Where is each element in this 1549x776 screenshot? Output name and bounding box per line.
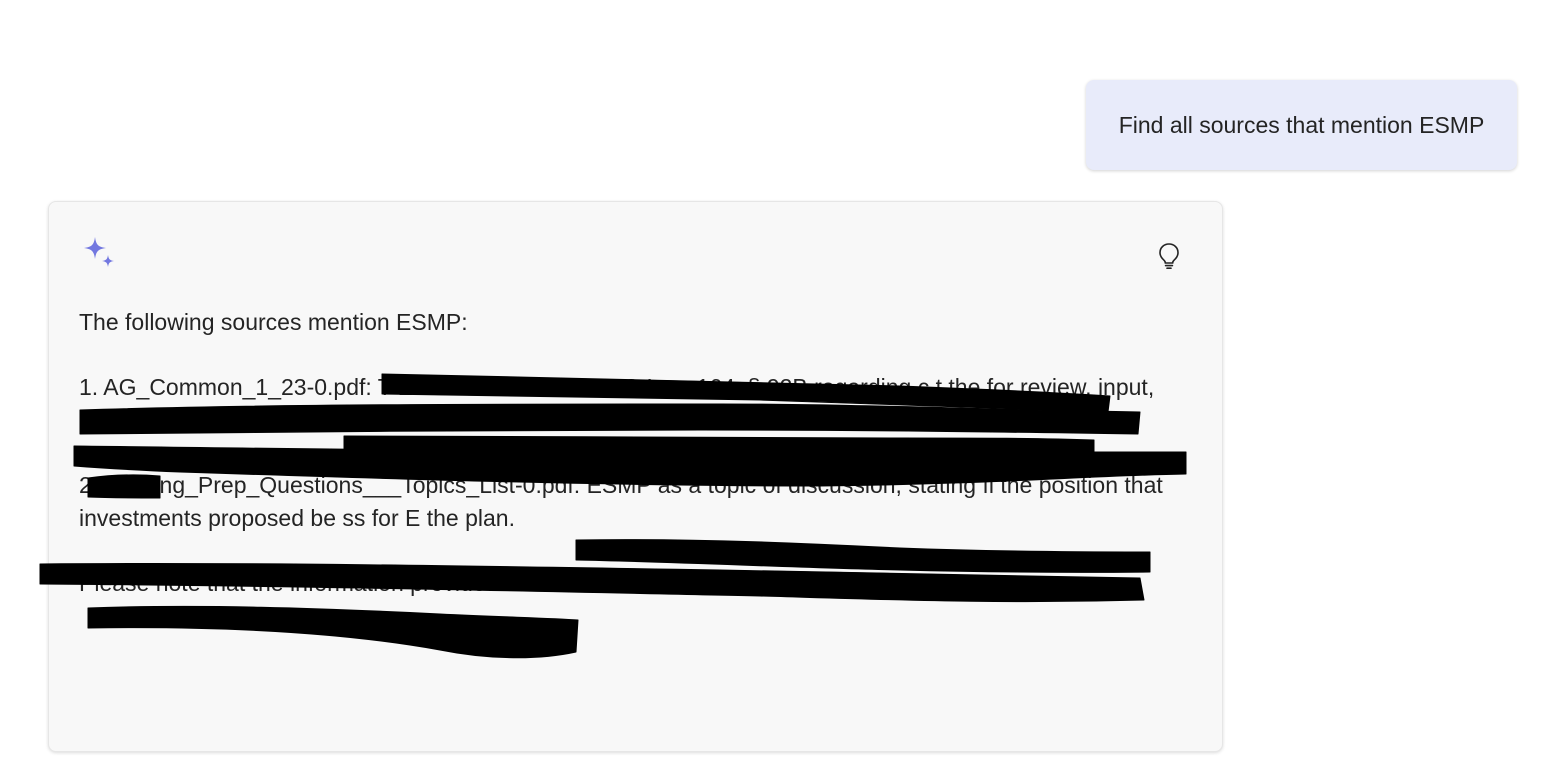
response-closing: Please note that the information provide… [79, 570, 815, 596]
lightbulb-icon[interactable] [1157, 242, 1181, 270]
user-message-bubble: Find all sources that mention ESMP [1086, 80, 1517, 170]
response-body: The following sources mention ESMP: 1. A… [79, 306, 1189, 600]
response-intro: The following sources mention ESMP: [79, 309, 468, 335]
chat-page: Find all sources that mention ESMP The f… [0, 0, 1549, 776]
source-item-2: 2. Hearing_Prep_Questions___Topics_List-… [79, 472, 1163, 531]
assistant-response-card: The following sources mention ESMP: 1. A… [48, 201, 1223, 752]
source-item-1: 1. AG_Common_1_23-0.pdf: T ESMP in refer… [79, 374, 1155, 433]
user-message-text: Find all sources that mention ESMP [1118, 111, 1485, 138]
sparkle-icon [84, 237, 114, 267]
